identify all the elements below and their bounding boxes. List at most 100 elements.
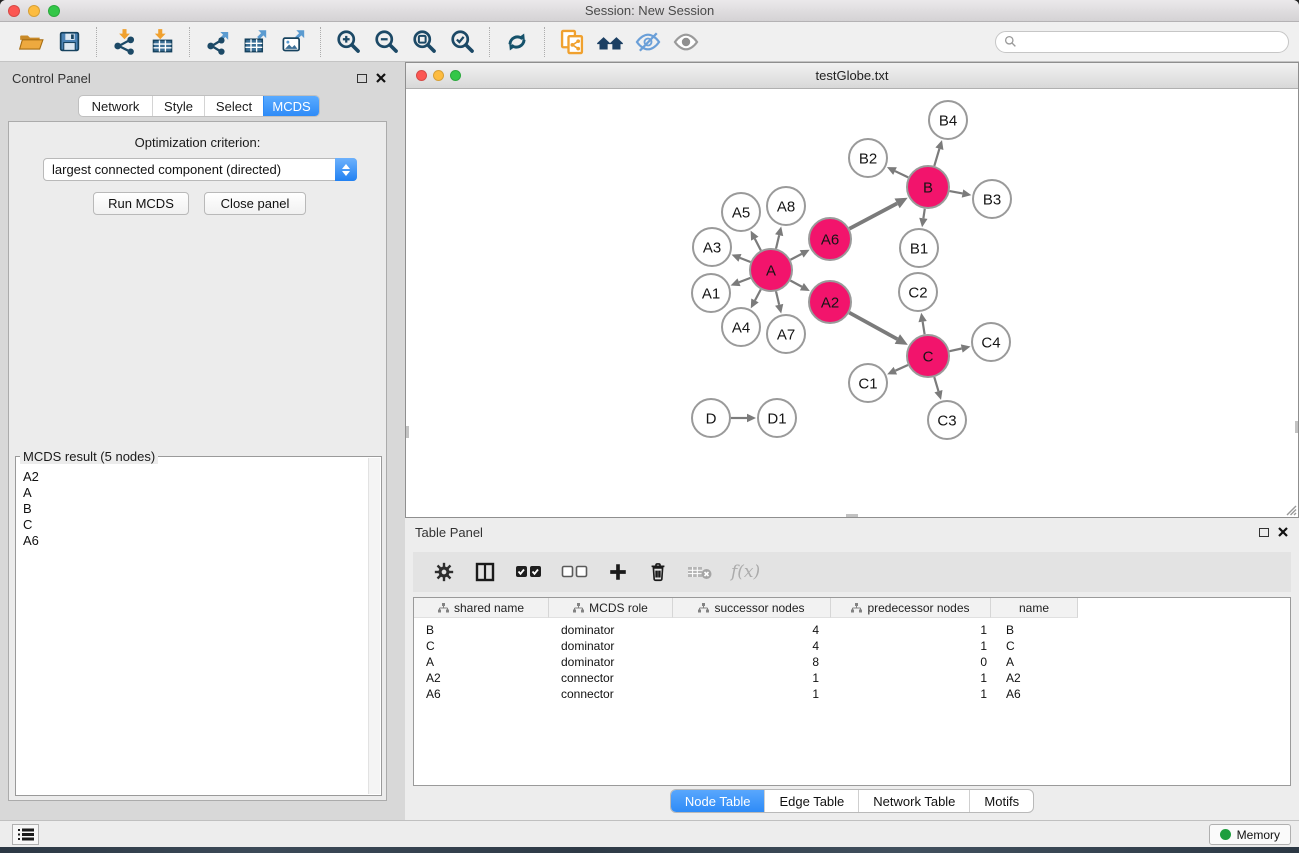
left-scroll-hint[interactable] xyxy=(406,426,409,438)
float-table-panel-icon[interactable] xyxy=(1259,528,1269,537)
column-header-mcds-role[interactable]: MCDS role xyxy=(549,598,673,618)
show-all-button[interactable] xyxy=(667,25,705,59)
zoom-fit-button[interactable] xyxy=(405,25,443,59)
graph-node-label: C xyxy=(923,348,934,365)
result-item[interactable]: A6 xyxy=(23,533,367,549)
graph-edge-A-A8[interactable] xyxy=(776,235,779,248)
memory-status-icon xyxy=(1220,829,1231,840)
graph-edge-B-B3[interactable] xyxy=(950,191,963,193)
houses-icon xyxy=(595,27,625,57)
graph-edge-A6-B[interactable] xyxy=(849,203,897,228)
graph-edge-A2-C[interactable] xyxy=(849,313,897,339)
graph-edge-B-B4[interactable] xyxy=(934,149,939,166)
import-table-button[interactable] xyxy=(143,25,181,59)
optimization-criterion-select[interactable]: largest connected component (directed) xyxy=(43,158,357,181)
mcds-result-list[interactable]: A2ABCA6 xyxy=(18,467,367,793)
edge-arrowhead-icon xyxy=(961,344,971,352)
network-graph[interactable]: B4B2BB3B1A6A5A8A3AA1A4A7A2C2CC4C1C3DD1 xyxy=(406,89,1298,517)
graph-edge-A-A3[interactable] xyxy=(740,258,751,262)
tab-mcds[interactable]: MCDS xyxy=(263,96,319,116)
memory-button[interactable]: Memory xyxy=(1209,824,1291,845)
table-cell: A6 xyxy=(414,686,549,702)
select-all-button[interactable] xyxy=(515,564,543,580)
column-header-name[interactable]: name xyxy=(991,598,1078,618)
export-table-button[interactable] xyxy=(236,25,274,59)
close-panel-icon[interactable] xyxy=(376,73,386,83)
first-neighbors-button[interactable] xyxy=(591,25,629,59)
delete-table-button[interactable] xyxy=(687,563,713,581)
network-window-titlebar[interactable]: testGlobe.txt xyxy=(406,63,1298,89)
table-row[interactable]: A6connector11A6 xyxy=(414,686,1290,702)
table-row[interactable]: Cdominator41C xyxy=(414,638,1290,654)
deselect-all-button[interactable] xyxy=(561,564,589,580)
table-settings-button[interactable] xyxy=(433,561,455,583)
table-row[interactable]: Adominator80A xyxy=(414,654,1290,670)
result-list-scrollbar[interactable] xyxy=(368,458,380,794)
tab-style[interactable]: Style xyxy=(152,96,204,116)
tab-network[interactable]: Network xyxy=(79,96,152,116)
run-mcds-button[interactable]: Run MCDS xyxy=(93,192,189,215)
optimization-criterion-value: largest connected component (directed) xyxy=(44,162,335,177)
add-column-button[interactable] xyxy=(607,561,629,583)
right-scroll-hint[interactable] xyxy=(1295,421,1298,433)
float-panel-icon[interactable] xyxy=(357,74,367,83)
graph-node-label: A2 xyxy=(821,294,839,311)
save-session-button[interactable] xyxy=(50,25,88,59)
close-panel-button[interactable]: Close panel xyxy=(204,192,306,215)
clone-network-button[interactable] xyxy=(553,25,591,59)
graph-edge-A-A5[interactable] xyxy=(755,239,761,251)
graph-edge-C-C4[interactable] xyxy=(949,349,961,352)
result-item[interactable]: B xyxy=(23,501,367,517)
zoom-in-button[interactable] xyxy=(329,25,367,59)
column-header-predecessor-nodes[interactable]: predecessor nodes xyxy=(831,598,991,618)
zoom-selected-button[interactable] xyxy=(443,25,481,59)
table-cell: dominator xyxy=(549,654,673,670)
export-image-button[interactable] xyxy=(274,25,312,59)
graph-edge-A-A6[interactable] xyxy=(790,254,801,260)
checked-boxes-icon xyxy=(515,564,543,580)
delete-column-button[interactable] xyxy=(647,561,669,583)
graph-edge-C-C2[interactable] xyxy=(923,322,925,335)
graph-edge-A-A7[interactable] xyxy=(776,291,779,304)
column-header-successor-nodes[interactable]: successor nodes xyxy=(673,598,831,618)
resize-grip-icon[interactable] xyxy=(1283,502,1297,516)
table-row[interactable]: A2connector11A2 xyxy=(414,670,1290,686)
edge-arrowhead-icon xyxy=(935,140,943,150)
tab-motifs[interactable]: Motifs xyxy=(969,790,1033,812)
result-item[interactable]: A xyxy=(23,485,367,501)
tab-network-table[interactable]: Network Table xyxy=(858,790,969,812)
graph-edge-A-A1[interactable] xyxy=(739,278,750,282)
tab-edge-table[interactable]: Edge Table xyxy=(764,790,858,812)
graph-edge-A-A4[interactable] xyxy=(755,289,761,300)
bottom-scroll-hint[interactable] xyxy=(846,514,858,517)
table-row[interactable]: Bdominator41B xyxy=(414,622,1290,638)
table-cell: 1 xyxy=(831,670,991,686)
tab-node-table[interactable]: Node Table xyxy=(671,790,765,812)
search-input[interactable] xyxy=(1022,33,1288,51)
open-session-button[interactable] xyxy=(12,25,50,59)
apply-layout-button[interactable] xyxy=(498,25,536,59)
export-network-button[interactable] xyxy=(198,25,236,59)
column-header-shared-name[interactable]: shared name xyxy=(414,598,549,618)
search-field[interactable] xyxy=(995,31,1289,53)
graph-edge-A-A2[interactable] xyxy=(790,280,802,286)
graph-edge-B-B2[interactable] xyxy=(895,171,908,177)
function-builder-button[interactable]: f(x) xyxy=(731,562,760,582)
network-canvas[interactable]: B4B2BB3B1A6A5A8A3AA1A4A7A2C2CC4C1C3DD1 xyxy=(406,89,1298,517)
application-window: Session: New Session xyxy=(0,0,1299,853)
import-network-button[interactable] xyxy=(105,25,143,59)
hide-selected-button[interactable] xyxy=(629,25,667,59)
tab-select[interactable]: Select xyxy=(204,96,263,116)
result-item[interactable]: A2 xyxy=(23,469,367,485)
graph-edge-C-C3[interactable] xyxy=(934,377,938,391)
result-item[interactable]: C xyxy=(23,517,367,533)
zoom-out-button[interactable] xyxy=(367,25,405,59)
graph-edge-C-C1[interactable] xyxy=(895,365,908,371)
close-table-panel-icon[interactable] xyxy=(1278,527,1288,537)
show-columns-button[interactable] xyxy=(473,560,497,584)
session-list-button[interactable] xyxy=(12,824,39,845)
table-cell: dominator xyxy=(549,638,673,654)
graph-edge-B-B1[interactable] xyxy=(923,209,924,219)
table-panel: Table Panel xyxy=(405,518,1299,820)
table-header: shared name MCDS role successor nodes pr… xyxy=(414,598,1290,618)
